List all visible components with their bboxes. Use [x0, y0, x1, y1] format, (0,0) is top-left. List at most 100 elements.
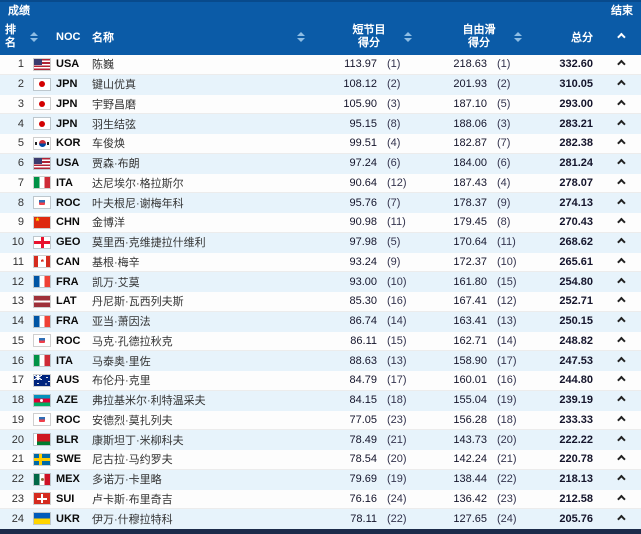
athlete-name: 安德烈·莫扎列夫: [92, 414, 173, 427]
table-row[interactable]: 11 CAN 基根·梅辛 93.24 (9) 172.37 (10) 265.6…: [0, 252, 641, 273]
expand-row-chevron-up-icon[interactable]: [617, 514, 626, 523]
short-program-rank: (4): [387, 137, 401, 150]
table-row[interactable]: 2 JPN 键山优真 108.12 (2) 201.93 (2) 310.05: [0, 74, 641, 95]
expand-row-chevron-up-icon[interactable]: [617, 395, 626, 405]
table-row[interactable]: 1 USA 陈巍 113.97 (1) 218.63 (1) 332.60: [0, 55, 641, 75]
short-program-rank: (18): [387, 394, 407, 407]
table-row[interactable]: 7 ITA 达尼埃尔·格拉斯尔 90.64 (12) 187.43 (4) 27…: [0, 173, 641, 194]
table-row[interactable]: 16 ITA 马泰奥·里佐 88.63 (13) 158.90 (17) 247…: [0, 351, 641, 371]
expand-row-chevron-up-icon[interactable]: [617, 376, 626, 385]
expand-row-chevron-up-icon[interactable]: [617, 119, 626, 128]
free-skate-score: 182.87: [453, 137, 487, 150]
table-row[interactable]: 3 JPN 宇野昌磨 105.90 (3) 187.10 (5) 293.00: [0, 94, 641, 115]
rank-cell: 23: [11, 492, 24, 505]
rank-cell: 22: [11, 473, 24, 486]
expand-row-chevron-up-icon[interactable]: [617, 277, 626, 286]
flag-icon: [34, 453, 50, 465]
rank-cell: 24: [11, 512, 24, 525]
expand-row-chevron-up-icon[interactable]: [617, 139, 626, 148]
table-row[interactable]: 15 ROC 马克·孔德拉秋克 86.11 (15) 162.71 (14) 2…: [0, 331, 641, 352]
expand-row-chevron-up-icon[interactable]: [617, 79, 626, 89]
total-score: 222.22: [559, 433, 593, 446]
rank-cell: 6: [17, 157, 24, 170]
expand-row-chevron-up-icon[interactable]: [617, 158, 626, 168]
short-program-rank: (9): [387, 255, 401, 268]
flag-icon: [34, 78, 50, 90]
short-program-score: 97.24: [349, 157, 377, 170]
table-row[interactable]: 10 GEO 莫里西·克维捷拉什维利 97.98 (5) 170.64 (11)…: [0, 232, 641, 253]
expand-row-chevron-up-icon[interactable]: [617, 297, 626, 306]
table-row[interactable]: 24 UKR 伊万·什穆拉特科 78.11 (22) 127.65 (24) 2…: [0, 509, 641, 529]
short-program-rank: (7): [387, 196, 401, 209]
expand-row-chevron-up-icon[interactable]: [617, 178, 626, 188]
sort-short-program-icon[interactable]: [404, 31, 412, 42]
expand-row-chevron-up-icon[interactable]: [617, 99, 626, 109]
expand-row-chevron-up-icon[interactable]: [617, 60, 626, 69]
expand-row-chevron-up-icon[interactable]: [617, 455, 626, 464]
short-program-score: 78.11: [350, 512, 377, 525]
sort-name-icon[interactable]: [297, 31, 305, 42]
free-skate-score: 187.10: [453, 97, 487, 110]
short-program-score: 105.90: [343, 97, 377, 110]
athlete-name: 尼古拉·马约罗夫: [92, 454, 173, 467]
short-program-rank: (6): [387, 157, 401, 170]
short-program-score: 93.00: [349, 275, 377, 288]
free-skate-score: 138.44: [453, 473, 487, 486]
expand-row-chevron-up-icon[interactable]: [617, 415, 626, 425]
free-skate-score: 179.45: [453, 216, 487, 229]
free-skate-rank: (1): [497, 58, 511, 71]
short-program-rank: (10): [387, 275, 407, 288]
table-row[interactable]: 13 LAT 丹尼斯·瓦西列夫斯 85.30 (16) 167.41 (12) …: [0, 292, 641, 312]
total-score: 248.82: [559, 334, 593, 347]
expand-row-chevron-up-icon[interactable]: [617, 474, 626, 484]
athlete-name: 布伦丹·克里: [92, 375, 151, 388]
table-row[interactable]: 23 SUI 卢卡斯·布里奇吉 76.16 (24) 136.42 (23) 2…: [0, 489, 641, 510]
total-score: 247.53: [559, 354, 593, 367]
expand-row-chevron-up-icon[interactable]: [617, 494, 626, 504]
table-row[interactable]: 8 ROC 叶夫根尼·谢梅年科 95.76 (7) 178.37 (9) 274…: [0, 193, 641, 213]
table-row[interactable]: 9 CHN 金博洋 90.98 (11) 179.45 (8) 270.43: [0, 213, 641, 233]
free-skate-score: 178.37: [453, 196, 487, 209]
noc-cell: ROC: [56, 334, 81, 347]
athlete-name: 陈巍: [92, 59, 114, 72]
free-skate-rank: (16): [497, 374, 517, 387]
expand-row-chevron-up-icon[interactable]: [617, 218, 626, 227]
table-row[interactable]: 12 FRA 凯万·艾莫 93.00 (10) 161.80 (15) 254.…: [0, 272, 641, 292]
table-row[interactable]: 6 USA 贾森·布朗 97.24 (6) 184.00 (6) 281.24: [0, 153, 641, 174]
expand-row-chevron-up-icon[interactable]: [617, 257, 626, 267]
expand-row-chevron-up-icon[interactable]: [617, 336, 626, 346]
free-skate-score: 156.28: [453, 413, 487, 426]
table-row[interactable]: 14 FRA 亚当·萧因法 86.74 (14) 163.41 (13) 250…: [0, 311, 641, 332]
noc-cell: MEX: [56, 473, 80, 486]
table-row[interactable]: 17 AUS 布伦丹·克里 84.79 (17) 160.01 (16) 244…: [0, 371, 641, 391]
total-score: 244.80: [559, 374, 593, 387]
table-row[interactable]: 20 BLR 康斯坦丁·米柳科夫 78.49 (21) 143.73 (20) …: [0, 430, 641, 450]
sort-total-chevron-up-icon[interactable]: [617, 32, 626, 41]
table-row[interactable]: 18 AZE 弗拉基米尔·利特温采夫 84.15 (18) 155.04 (19…: [0, 390, 641, 411]
column-noc: NOC: [56, 30, 81, 43]
short-program-score: 95.76: [349, 196, 377, 209]
expand-row-chevron-up-icon[interactable]: [617, 198, 626, 207]
flag-icon: [34, 295, 50, 307]
noc-cell: JPN: [56, 117, 78, 130]
table-row[interactable]: 21 SWE 尼古拉·马约罗夫 78.54 (20) 142.24 (21) 2…: [0, 450, 641, 470]
short-program-score: 77.05: [349, 413, 377, 426]
free-skate-rank: (15): [497, 275, 517, 288]
table-row[interactable]: 5 KOR 车俊焕 99.51 (4) 182.87 (7) 282.38: [0, 134, 641, 154]
sort-rank-icon[interactable]: [30, 31, 38, 42]
expand-row-chevron-up-icon[interactable]: [617, 316, 626, 326]
table-row[interactable]: 4 JPN 羽生结弦 95.15 (8) 188.06 (3) 283.21: [0, 114, 641, 134]
total-score: 283.21: [559, 117, 593, 130]
noc-cell: ROC: [56, 413, 81, 426]
expand-row-chevron-up-icon[interactable]: [617, 356, 626, 365]
short-program-rank: (3): [387, 97, 401, 110]
table-row[interactable]: 22 MEX 多诺万·卡里略 79.69 (19) 138.44 (22) 21…: [0, 469, 641, 490]
free-skate-rank: (6): [497, 157, 511, 170]
sort-free-skate-icon[interactable]: [514, 31, 522, 42]
short-program-rank: (19): [387, 473, 407, 486]
short-program-rank: (17): [387, 374, 407, 387]
athlete-name: 马泰奥·里佐: [92, 355, 151, 368]
expand-row-chevron-up-icon[interactable]: [617, 237, 626, 247]
expand-row-chevron-up-icon[interactable]: [617, 435, 626, 444]
table-row[interactable]: 19 ROC 安德烈·莫扎列夫 77.05 (23) 156.28 (18) 2…: [0, 410, 641, 431]
